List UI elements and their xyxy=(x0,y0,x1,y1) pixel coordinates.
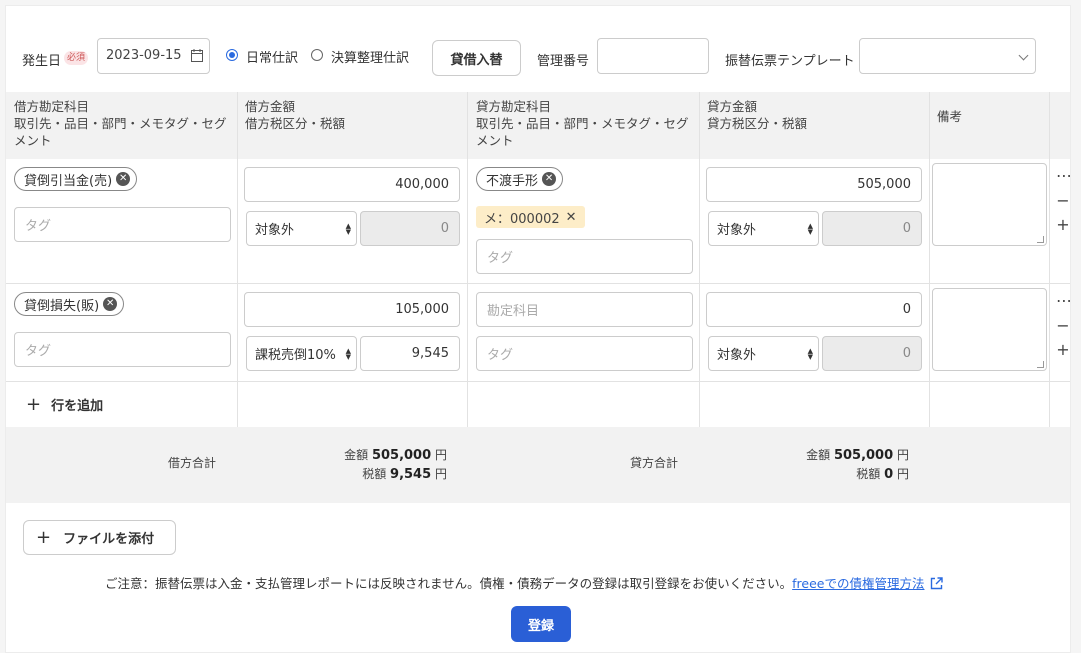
debit-tax-amount[interactable]: 9,545 xyxy=(360,336,460,371)
memo-tag[interactable]: メ：000002 ✕ xyxy=(476,206,585,228)
col-debit-account: 借方勘定科目 取引先・品目・部門・メモタグ・セグメント xyxy=(14,99,227,148)
credit-total-values: 金額 505,000 円 税額 0 円 xyxy=(806,448,909,482)
entry-header: 発生日 必須 2023-09-15 日常仕訳 決算整理仕訳 貸借入替 管理番号 … xyxy=(6,38,1070,76)
credit-account-input[interactable]: 勘定科目 xyxy=(476,292,693,327)
submit-button[interactable]: 登録 xyxy=(511,606,571,642)
debit-tax-type-select[interactable]: 課税売倒10% ▲ ▼ xyxy=(246,336,357,371)
debit-tax-amount: 0 xyxy=(360,211,460,246)
updown-icon: ▲ ▼ xyxy=(807,222,813,236)
close-icon[interactable]: ✕ xyxy=(542,172,557,186)
plus-icon[interactable]: + xyxy=(1056,217,1070,233)
more-icon[interactable]: ⋯ xyxy=(1056,293,1072,309)
close-icon[interactable]: ✕ xyxy=(566,210,577,225)
updown-icon: ▲ ▼ xyxy=(345,222,351,236)
col-credit-account: 貸方勘定科目 取引先・品目・部門・メモタグ・セグメント xyxy=(476,99,689,148)
template-label: 振替伝票テンプレート xyxy=(725,54,855,69)
journal-entry-card: 発生日 必須 2023-09-15 日常仕訳 決算整理仕訳 貸借入替 管理番号 … xyxy=(5,5,1072,653)
updown-icon: ▲ ▼ xyxy=(345,347,351,361)
mgmt-number-label: 管理番号 xyxy=(537,54,590,69)
debit-account-tag[interactable]: 貸倒引当金(売) ✕ xyxy=(14,167,138,191)
plus-icon: + xyxy=(26,394,42,415)
credit-amount-input[interactable]: 505,000 xyxy=(706,167,922,202)
date-label: 発生日 xyxy=(22,54,62,69)
minus-icon[interactable]: − xyxy=(1056,318,1070,334)
credit-tax-type-select[interactable]: 対象外 ▲ ▼ xyxy=(708,211,819,246)
remarks-textarea[interactable] xyxy=(932,163,1047,246)
col-credit-amount: 貸方金額 貸方税区分・税額 xyxy=(707,99,808,131)
table-header: 借方勘定科目 取引先・品目・部門・メモタグ・セグメント 借方金額 借方税区分・税額 … xyxy=(6,92,1070,159)
add-row-button[interactable]: + 行を追加 xyxy=(26,394,103,415)
remarks-textarea[interactable] xyxy=(932,288,1047,371)
debit-tag-input[interactable]: タグ xyxy=(14,332,231,367)
external-link-icon[interactable] xyxy=(930,577,944,593)
swap-debit-credit-button[interactable]: 貸借入替 xyxy=(432,40,521,76)
calendar-icon[interactable] xyxy=(191,49,203,66)
debit-amount-input[interactable]: 105,000 xyxy=(244,292,460,327)
plus-icon: + xyxy=(36,527,52,548)
debit-account-tag[interactable]: 貸倒損失(販) ✕ xyxy=(14,292,125,316)
radio-normal[interactable] xyxy=(226,49,238,61)
col-debit-amount: 借方金額 借方税区分・税額 xyxy=(245,99,346,131)
col-remarks: 備考 xyxy=(937,109,963,124)
required-badge: 必須 xyxy=(64,51,89,65)
more-icon[interactable]: ⋯ xyxy=(1056,168,1072,184)
chevron-down-icon xyxy=(1018,50,1029,61)
totals-row: 借方合計 金額 505,000 円 税額 9,545 円 貸方合計 金額 505… xyxy=(6,427,1070,503)
debit-tag-input[interactable]: タグ xyxy=(14,207,231,242)
credit-tag-input[interactable]: タグ xyxy=(476,239,693,274)
debit-total-label: 借方合計 xyxy=(167,456,216,470)
debit-tax-type-select[interactable]: 対象外 ▲ ▼ xyxy=(246,211,357,246)
minus-icon[interactable]: − xyxy=(1056,193,1070,209)
radio-closing-label[interactable]: 決算整理仕訳 xyxy=(331,47,409,66)
plus-icon[interactable]: + xyxy=(1056,342,1070,358)
credit-tax-amount: 0 xyxy=(822,211,922,246)
credit-total-label: 貸方合計 xyxy=(629,456,678,470)
close-icon[interactable]: ✕ xyxy=(116,172,131,186)
date-value: 2023-09-15 xyxy=(106,48,182,63)
credit-account-tag[interactable]: 不渡手形 ✕ xyxy=(476,167,564,191)
attach-file-button[interactable]: + ファイルを添付 xyxy=(23,520,176,555)
close-icon[interactable]: ✕ xyxy=(103,297,118,311)
updown-icon: ▲ ▼ xyxy=(807,347,813,361)
radio-closing[interactable] xyxy=(311,49,323,61)
template-select[interactable] xyxy=(859,38,1036,74)
credit-amount-input[interactable]: 0 xyxy=(706,292,922,327)
notice-link[interactable]: freeeでの債権管理方法 xyxy=(792,576,924,591)
radio-normal-label[interactable]: 日常仕訳 xyxy=(246,47,298,66)
debit-total-values: 金額 505,000 円 税額 9,545 円 xyxy=(344,448,447,482)
credit-tax-amount: 0 xyxy=(822,336,922,371)
mgmt-number-input[interactable] xyxy=(597,38,709,74)
debit-amount-input[interactable]: 400,000 xyxy=(244,167,460,202)
notice: ご注意：振替伝票は入金・支払管理レポートには反映されません。債権・債務データの登… xyxy=(105,573,944,593)
credit-tag-input[interactable]: タグ xyxy=(476,336,693,371)
date-input[interactable]: 2023-09-15 xyxy=(97,38,210,74)
credit-tax-type-select[interactable]: 対象外 ▲ ▼ xyxy=(708,336,819,371)
